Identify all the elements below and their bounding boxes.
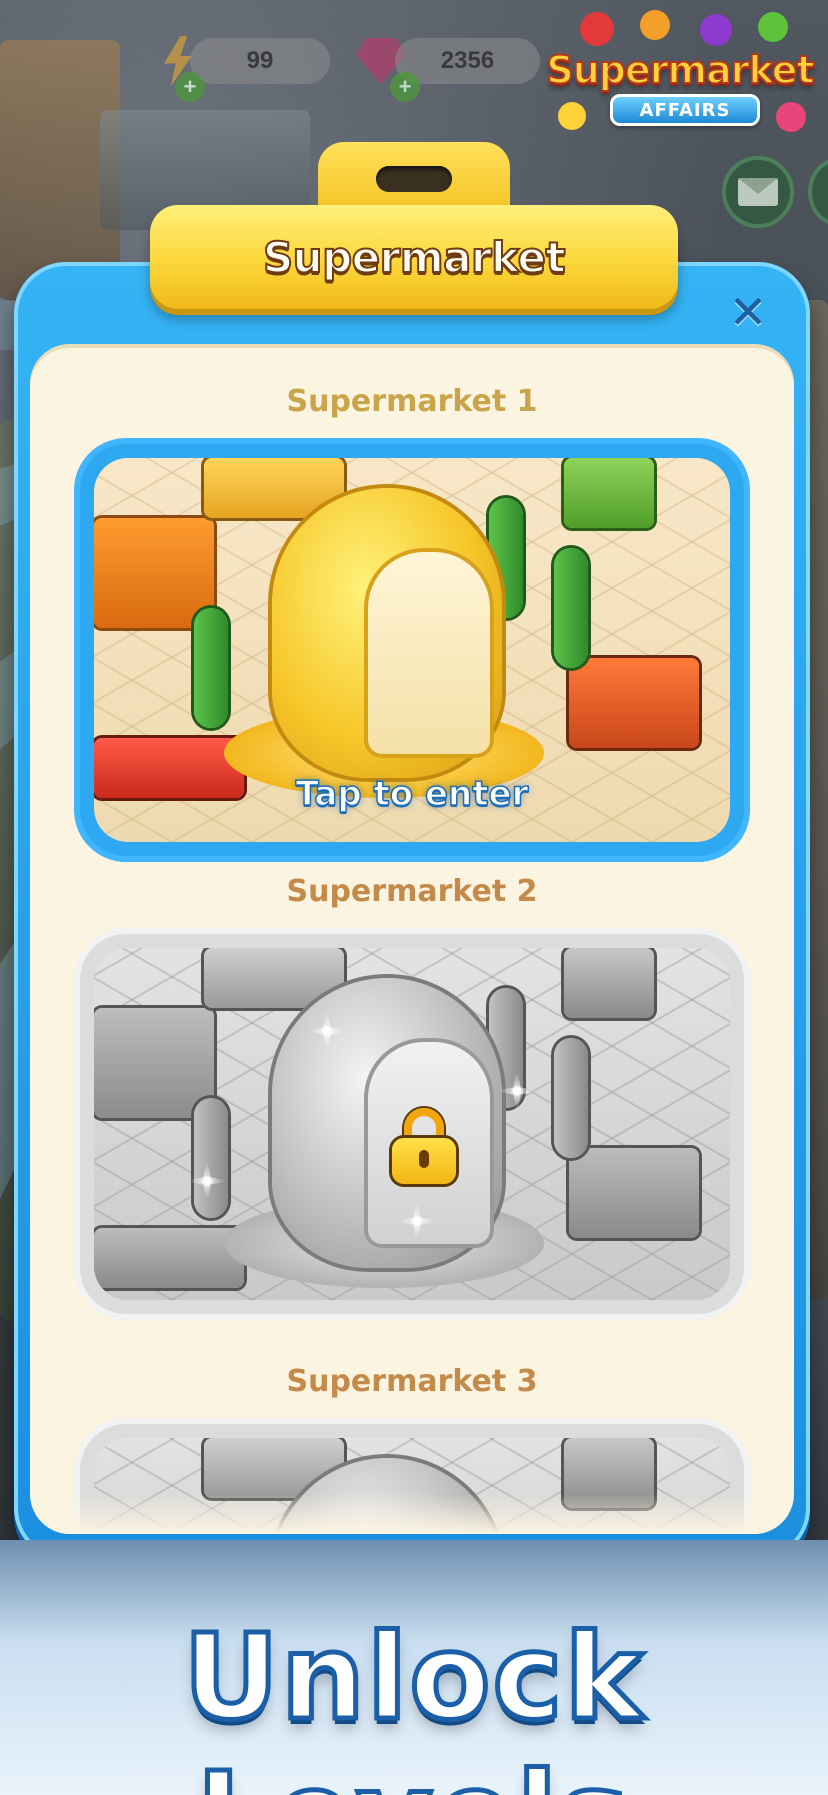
add-energy-button[interactable]: +	[175, 72, 205, 102]
energy-counter[interactable]: 99	[190, 38, 330, 84]
fruit-icon	[758, 12, 788, 42]
plant-decoration	[194, 608, 228, 728]
dialog-content: Supermarket 1 Tap to enter Supermarket 2	[30, 344, 794, 1534]
level-label-3: Supermarket 3	[286, 1364, 538, 1399]
gems-value: 2356	[440, 47, 495, 74]
plant-decoration	[194, 1098, 228, 1218]
game-logo: Supermarket AFFAIRS	[540, 10, 820, 150]
add-gems-button[interactable]: +	[390, 72, 420, 102]
produce-stall	[569, 1148, 699, 1238]
level-card-2[interactable]	[80, 934, 744, 1314]
close-icon[interactable]: ✕	[722, 285, 774, 339]
tap-to-enter-label: Tap to enter	[295, 773, 529, 815]
dialog-title: Supermarket	[262, 232, 567, 283]
fruit-icon	[558, 102, 586, 130]
fruit-icon	[700, 14, 732, 46]
scroll-fade	[30, 1494, 794, 1534]
level-1-preview: Tap to enter	[94, 458, 730, 842]
fruit-icon	[640, 10, 670, 40]
produce-stall	[569, 658, 699, 748]
produce-stall	[564, 948, 654, 1018]
level-label-1: Supermarket 1	[286, 384, 538, 419]
mail-button[interactable]	[722, 156, 794, 228]
lemon-pod-window	[364, 548, 494, 758]
promo-caption: Unlock Levels	[181, 1606, 646, 1795]
level-label-2: Supermarket 2	[286, 874, 538, 909]
logo-subtitle: AFFAIRS	[610, 94, 760, 126]
padlock-icon	[392, 1108, 456, 1184]
fruit-icon	[776, 102, 806, 132]
plant-decoration	[554, 1038, 588, 1158]
produce-stall	[94, 518, 214, 628]
level-2-preview	[94, 948, 730, 1300]
mail-icon	[738, 178, 778, 206]
clipboard-hole	[376, 166, 452, 192]
plant-decoration	[554, 548, 588, 668]
produce-stall	[94, 1228, 244, 1288]
fruit-icon	[580, 12, 614, 46]
produce-stall	[94, 1008, 214, 1118]
level-card-1[interactable]: Tap to enter	[80, 444, 744, 856]
level-select-dialog: Supermarket 1 Tap to enter Supermarket 2	[14, 262, 810, 1560]
produce-stall	[564, 458, 654, 528]
logo-title: Supermarket	[545, 47, 815, 93]
energy-value: 99	[246, 47, 274, 74]
dialog-title-banner: Supermarket	[150, 205, 678, 309]
